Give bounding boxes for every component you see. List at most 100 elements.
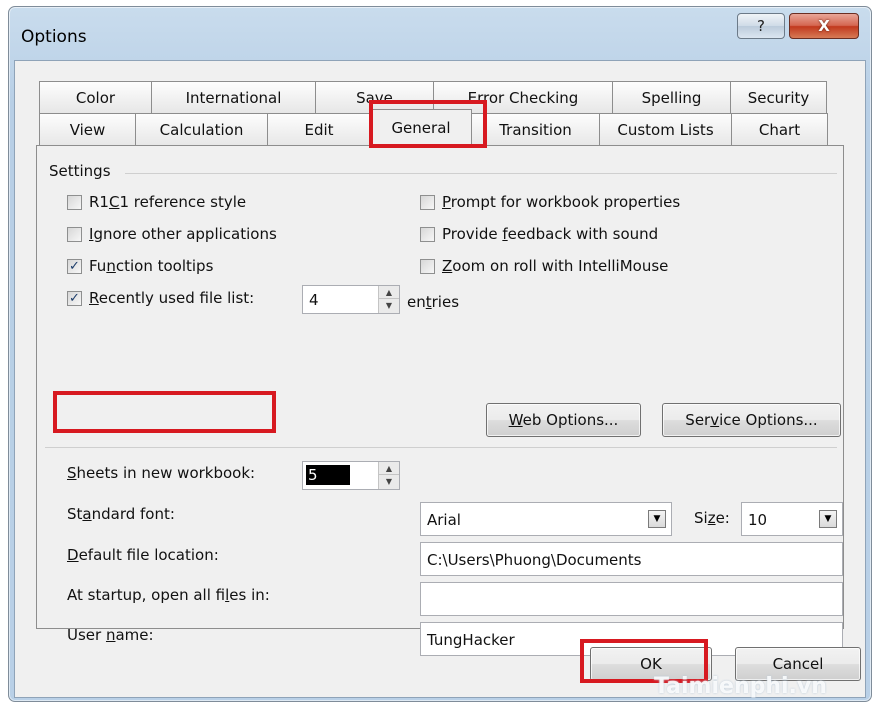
tab-calculation[interactable]: Calculation [135,113,268,145]
tab-label: International [185,88,282,107]
watermark-text: Taimienphi.vn [654,674,827,699]
label-part: ecently used file list: [98,289,255,307]
checkbox-box[interactable] [420,194,435,210]
label-part: ction tooltips [115,257,214,275]
label-part: ame: [115,626,154,644]
tab-security[interactable]: Security [730,81,827,113]
tab-spelling[interactable]: Spelling [612,81,731,113]
label-mnemonic: n [106,257,116,275]
cancel-label: Cancel [772,655,824,673]
label-mnemonic: C [108,193,120,211]
checkbox-box[interactable]: ✓ [67,258,82,274]
label-part: en [407,293,426,311]
r1c1-checkbox[interactable]: R1C1 reference style [67,193,246,211]
startup-folder-label: At startup, open all files in: [67,586,270,604]
label-part: eb Options... [522,411,619,429]
ignore-apps-checkbox[interactable]: Ignore other applications [67,225,277,243]
title-bar[interactable]: Options ? X [9,7,871,65]
label-mnemonic: Z [442,257,453,275]
prompt-properties-checkbox[interactable]: Prompt for workbook properties [420,193,680,211]
checkbox-box[interactable] [67,194,82,210]
recent-files-value[interactable]: 4 [309,291,319,309]
label-part: ries [431,293,460,311]
general-tab-panel: Settings R1C1 reference style Ignore oth… [36,145,844,656]
tab-label: Save [356,88,393,107]
button-label: Web Options... [509,411,619,429]
label-mnemonic: P [442,193,451,211]
tab-label: General [391,118,451,137]
function-tooltips-label: Function tooltips [89,257,213,275]
spin-up-icon[interactable]: ▲ [379,462,399,475]
label-part: 1 reference style [119,193,247,211]
label-part: User [67,626,106,644]
service-options-button[interactable]: Service Options... [662,403,841,437]
r1c1-label: R1C1 reference style [89,193,246,211]
label-part: At startup, open all fi [67,586,226,604]
tab-view[interactable]: View [39,113,136,145]
tab-color[interactable]: Color [39,81,152,113]
startup-folder-input[interactable] [420,582,843,616]
label-mnemonic: D [67,546,79,564]
spinner-arrows[interactable]: ▲ ▼ [378,462,399,489]
tab-label: Edit [304,120,334,139]
tab-transition[interactable]: Transition [471,113,600,145]
tab-label: Transition [499,120,572,139]
default-location-input[interactable]: C:\Users\Phuong\Documents [420,542,843,576]
zoom-intellimouse-checkbox[interactable]: Zoom on roll with IntelliMouse [420,257,668,275]
label-mnemonic: W [508,411,523,429]
tab-custom-lists[interactable]: Custom Lists [599,113,732,145]
tab-label: Error Checking [467,88,579,107]
standard-font-value: Arial [427,511,461,529]
tab-label: Calculation [159,120,244,139]
sheets-spinner[interactable]: 5 ▲ ▼ [302,461,400,490]
tab-edit[interactable]: Edit [267,113,371,145]
feedback-sound-checkbox[interactable]: Provide feedback with sound [420,225,658,243]
label-part: rompt for workbook properties [450,193,681,211]
tab-label: Color [75,88,116,107]
checkbox-box[interactable] [420,258,435,274]
default-location-label: Default file location: [67,546,219,564]
label-mnemonic: z [707,509,716,527]
tab-chart[interactable]: Chart [731,113,828,145]
function-tooltips-checkbox[interactable]: ✓ Function tooltips [67,257,213,275]
dropdown-arrow-icon[interactable]: ▼ [819,510,837,528]
settings-group-label: Settings [49,162,111,180]
settings-divider [125,173,837,174]
label-part: ice Options... [719,411,818,429]
font-size-dropdown[interactable]: 10 ▼ [741,502,843,536]
label-part: ndard font: [91,505,175,523]
help-button[interactable]: ? [737,13,785,39]
button-label: Service Options... [685,411,817,429]
web-options-button[interactable]: Web Options... [486,403,641,437]
prompt-properties-label: Prompt for workbook properties [442,193,680,211]
spin-down-icon[interactable]: ▼ [379,475,399,488]
label-mnemonic: S [67,464,77,482]
sheets-label: Sheets in new workbook: [67,464,255,482]
checkbox-box[interactable] [67,226,82,242]
section-divider [45,447,837,448]
label-part: Fu [89,257,107,275]
size-label: Size: [694,509,730,527]
spinner-arrows[interactable]: ▲ ▼ [378,286,399,313]
feedback-sound-label: Provide feedback with sound [442,225,658,243]
tab-international[interactable]: International [151,81,316,113]
dropdown-arrow-icon[interactable]: ▼ [648,510,666,528]
tab-label: Spelling [641,88,702,107]
label-part: heets in new workbook: [76,464,256,482]
recent-files-checkbox[interactable]: ✓ Recently used file list: [67,289,254,307]
label-part: eedback with sound [507,225,659,243]
recent-files-spinner[interactable]: 4 ▲ ▼ [302,285,400,314]
sheets-value[interactable]: 5 [306,465,350,485]
label-part: efault file location: [78,546,219,564]
spin-down-icon[interactable]: ▼ [379,299,399,312]
recent-files-label: Recently used file list: [89,289,254,307]
dialog-content: Color International Save Error Checking … [14,60,866,698]
standard-font-dropdown[interactable]: Arial ▼ [420,502,672,536]
tab-label: View [69,120,106,139]
checkbox-box[interactable] [420,226,435,242]
checkbox-box[interactable]: ✓ [67,290,82,306]
tab-general[interactable]: General [370,109,472,145]
label-mnemonic: a [82,505,92,523]
spin-up-icon[interactable]: ▲ [379,286,399,299]
close-button[interactable]: X [789,13,859,39]
